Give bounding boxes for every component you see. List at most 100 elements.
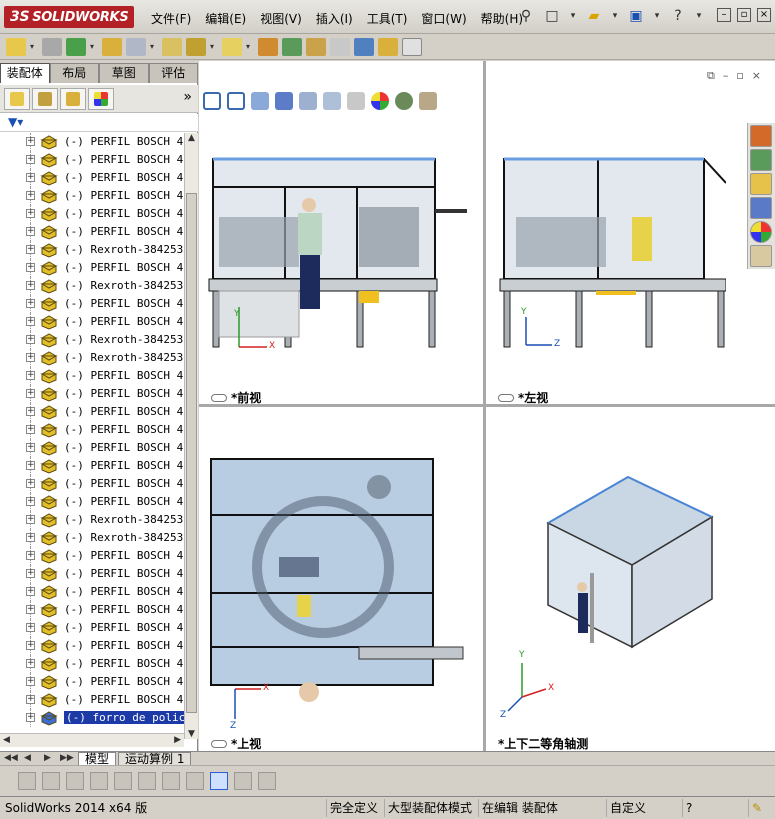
expand-icon[interactable]: + [26,209,35,218]
expand-icon[interactable]: + [26,659,35,668]
expand-icon[interactable]: + [26,245,35,254]
link-views-icon-2[interactable] [498,393,514,402]
list-icon[interactable] [90,771,108,790]
tree-item[interactable]: + (-) PERFIL BOSCH 45 [0,295,184,313]
scroll-left-icon[interactable]: ◀ [3,735,10,745]
expand-icon[interactable]: + [26,263,35,272]
tree-item[interactable]: + (-) PERFIL BOSCH 45 [0,565,184,583]
zoom-to-fit-icon[interactable] [203,92,221,110]
tree-item[interactable]: + (-) PERFIL BOSCH 45 [0,421,184,439]
viewport-horizontal-splitter[interactable] [199,404,775,407]
menu-tools[interactable]: 工具(T) [360,10,415,27]
expand-icon[interactable]: + [26,461,35,470]
tab-last-icon[interactable]: ▶▶ [60,753,74,763]
expand-icon[interactable]: + [26,713,35,722]
show-hidden-icon[interactable] [162,37,182,56]
insert-component-icon[interactable] [6,37,26,56]
tree-item[interactable]: + (-) PERFIL BOSCH 45 [0,133,184,151]
four-view-icon[interactable] [258,771,276,790]
speedpak-icon[interactable] [378,37,398,56]
axis-icon[interactable] [186,771,204,790]
two-view-icon[interactable] [234,771,252,790]
tree-item[interactable]: + (-) PERFIL BOSCH 45 [0,691,184,709]
edit-appearance-icon[interactable] [371,92,389,110]
tree-item[interactable]: + (-) Rexroth-38425354 [0,511,184,529]
linear-pattern-icon[interactable] [66,37,86,56]
display-manager-tab[interactable] [88,87,114,110]
feature-manager-tree-tab[interactable] [4,87,30,110]
tab-sketch[interactable]: 草图 [99,63,149,83]
open-folder-icon[interactable]: ▰ [584,6,604,26]
expand-icon[interactable]: + [26,191,35,200]
expand-icon[interactable]: + [26,569,35,578]
expand-icon[interactable]: + [26,299,35,308]
grid-icon[interactable] [114,771,132,790]
tree-item[interactable]: + (-) PERFIL BOSCH 45 [0,547,184,565]
bill-of-materials-icon[interactable] [282,37,302,56]
smart-fasteners-icon[interactable] [102,37,122,56]
exploded-view-icon[interactable] [306,37,326,56]
tree-horizontal-scrollbar[interactable]: ◀ ▶ [0,733,184,747]
custom-properties-icon[interactable] [750,245,772,267]
tree-item[interactable]: + (-) Rexroth-38425354 [0,529,184,547]
insert-component-dropdown-icon[interactable]: ▾ [30,42,38,51]
expand-icon[interactable]: + [26,227,35,236]
tree-item[interactable]: + (-) PERFIL BOSCH 45 [0,655,184,673]
expand-icon[interactable]: + [26,425,35,434]
viewport-top[interactable]: X Z *上视 [199,407,483,751]
filter-icon[interactable]: ▼▾ [8,115,23,129]
file-explorer-icon[interactable] [750,173,772,195]
pattern-dropdown-icon[interactable]: ▾ [90,42,98,51]
scroll-down-icon[interactable]: ▼ [188,729,195,739]
menu-insert[interactable]: 插入(I) [309,10,360,27]
zoom-to-area-icon[interactable] [227,92,245,110]
tree-item[interactable]: + (-) PERFIL BOSCH 45 [0,457,184,475]
tree-item[interactable]: + (-) PERFIL BOSCH 45 [0,637,184,655]
tree-item[interactable]: + (-) PERFIL BOSCH 45 [0,385,184,403]
restore-icon[interactable]: ▫ [737,8,751,22]
tree-vertical-scrollbar[interactable]: ▲ ▼ [184,133,198,739]
move-dropdown-icon[interactable]: ▾ [150,42,158,51]
expand-icon[interactable]: + [26,407,35,416]
tree-item[interactable]: + (-) PERFIL BOSCH 45 [0,619,184,637]
expand-icon[interactable]: + [26,641,35,650]
tree-item[interactable]: + (-) PERFIL BOSCH 45 [0,493,184,511]
appearances-scenes-icon[interactable] [750,221,772,243]
tree-item[interactable]: + (-) forro de policar [0,709,184,727]
features-dropdown-icon[interactable]: ▾ [210,42,218,51]
section-icon[interactable] [162,771,180,790]
link-views-icon-3[interactable] [211,739,227,748]
status-help-icon[interactable]: ? [682,799,695,817]
tree-item[interactable]: + (-) Rexroth-38425354 [0,277,184,295]
tree-item[interactable]: + (-) PERFIL BOSCH 45 [0,313,184,331]
rotate-icon[interactable] [66,771,84,790]
tree-item[interactable]: + (-) PERFIL BOSCH 45 [0,673,184,691]
expand-icon[interactable]: + [26,623,35,632]
tab-layout[interactable]: 布局 [49,63,99,83]
expand-icon[interactable]: + [26,515,35,524]
minimize-icon[interactable]: – [717,8,731,22]
expand-icon[interactable]: + [26,605,35,614]
scroll-right-icon[interactable]: ▶ [174,735,181,745]
more-tabs-icon[interactable]: » [183,89,192,105]
hide-lines-icon[interactable] [18,771,36,790]
graphics-area[interactable]: ⧉ – ▫ × Y X *前视 Y Z *左视 X Z *上视 Y X Z *上… [199,61,775,751]
viewport-restore-icon[interactable]: ▫ [736,69,743,83]
viewport-split-icon[interactable]: ⧉ [707,69,715,83]
expand-icon[interactable]: + [26,497,35,506]
shaded-icon[interactable] [42,771,60,790]
explode-line-icon[interactable] [330,37,350,56]
display-style-icon[interactable] [323,92,341,110]
expand-icon[interactable]: + [26,173,35,182]
expand-icon[interactable]: + [26,551,35,560]
single-view-icon[interactable] [210,771,228,790]
tree-item[interactable]: + (-) Rexroth-38425354 [0,241,184,259]
view-orientation-icon[interactable] [299,92,317,110]
expand-icon[interactable]: + [26,389,35,398]
link-views-icon[interactable] [211,393,227,402]
tab-model[interactable]: 模型 [78,752,117,766]
status-custom-units[interactable]: 自定义 [606,799,649,817]
viewport-left[interactable]: Y Z *左视 [486,117,775,404]
tab-prev-icon[interactable]: ◀ [24,753,31,763]
align-icon[interactable] [138,771,156,790]
